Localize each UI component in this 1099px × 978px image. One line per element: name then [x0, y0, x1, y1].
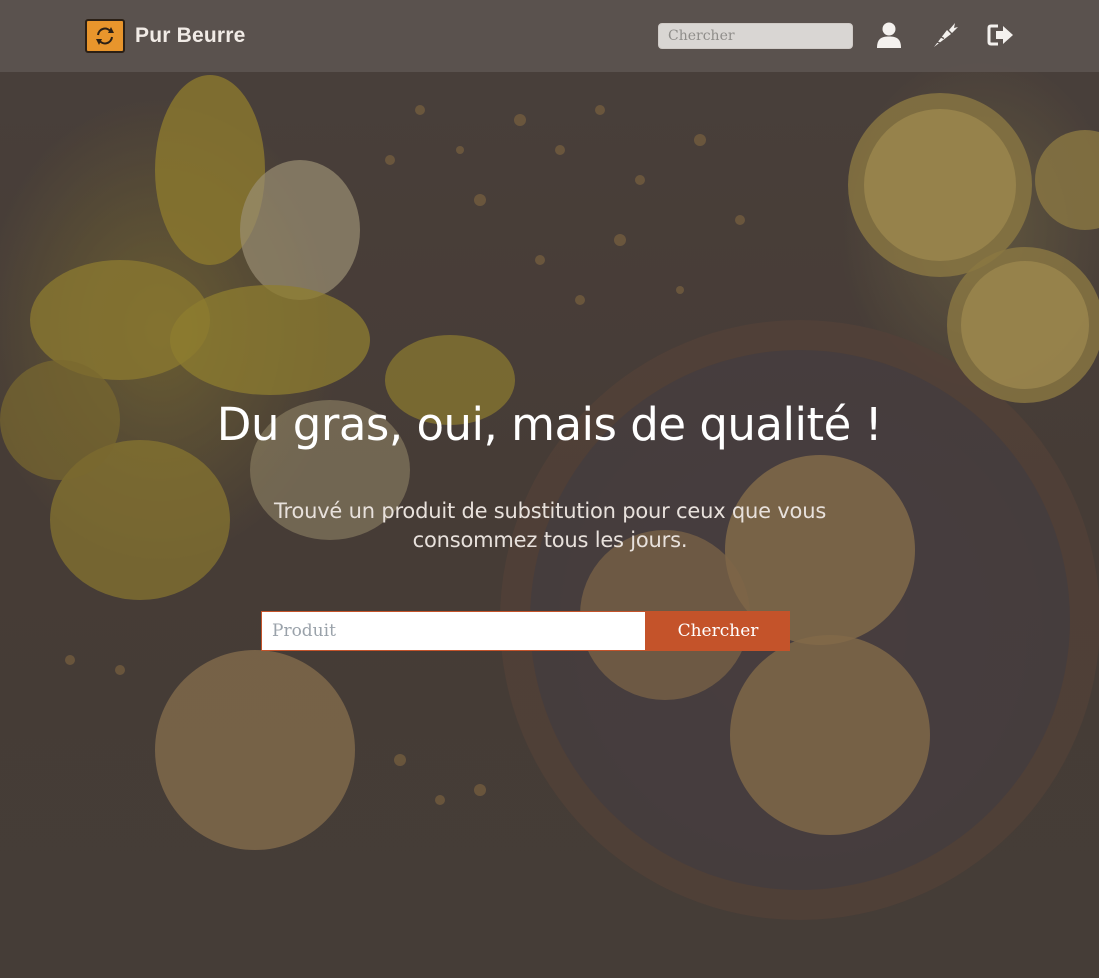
search-button[interactable]: Chercher [646, 611, 790, 651]
hero-section: Du gras, oui, mais de qualité ! Trouvé u… [0, 0, 1099, 978]
hero-subtitle: Trouvé un produit de substitution pour c… [273, 499, 827, 552]
product-search-input[interactable] [261, 611, 646, 651]
product-search-form: Chercher [261, 611, 790, 651]
hero-title: Du gras, oui, mais de qualité ! [216, 398, 883, 451]
